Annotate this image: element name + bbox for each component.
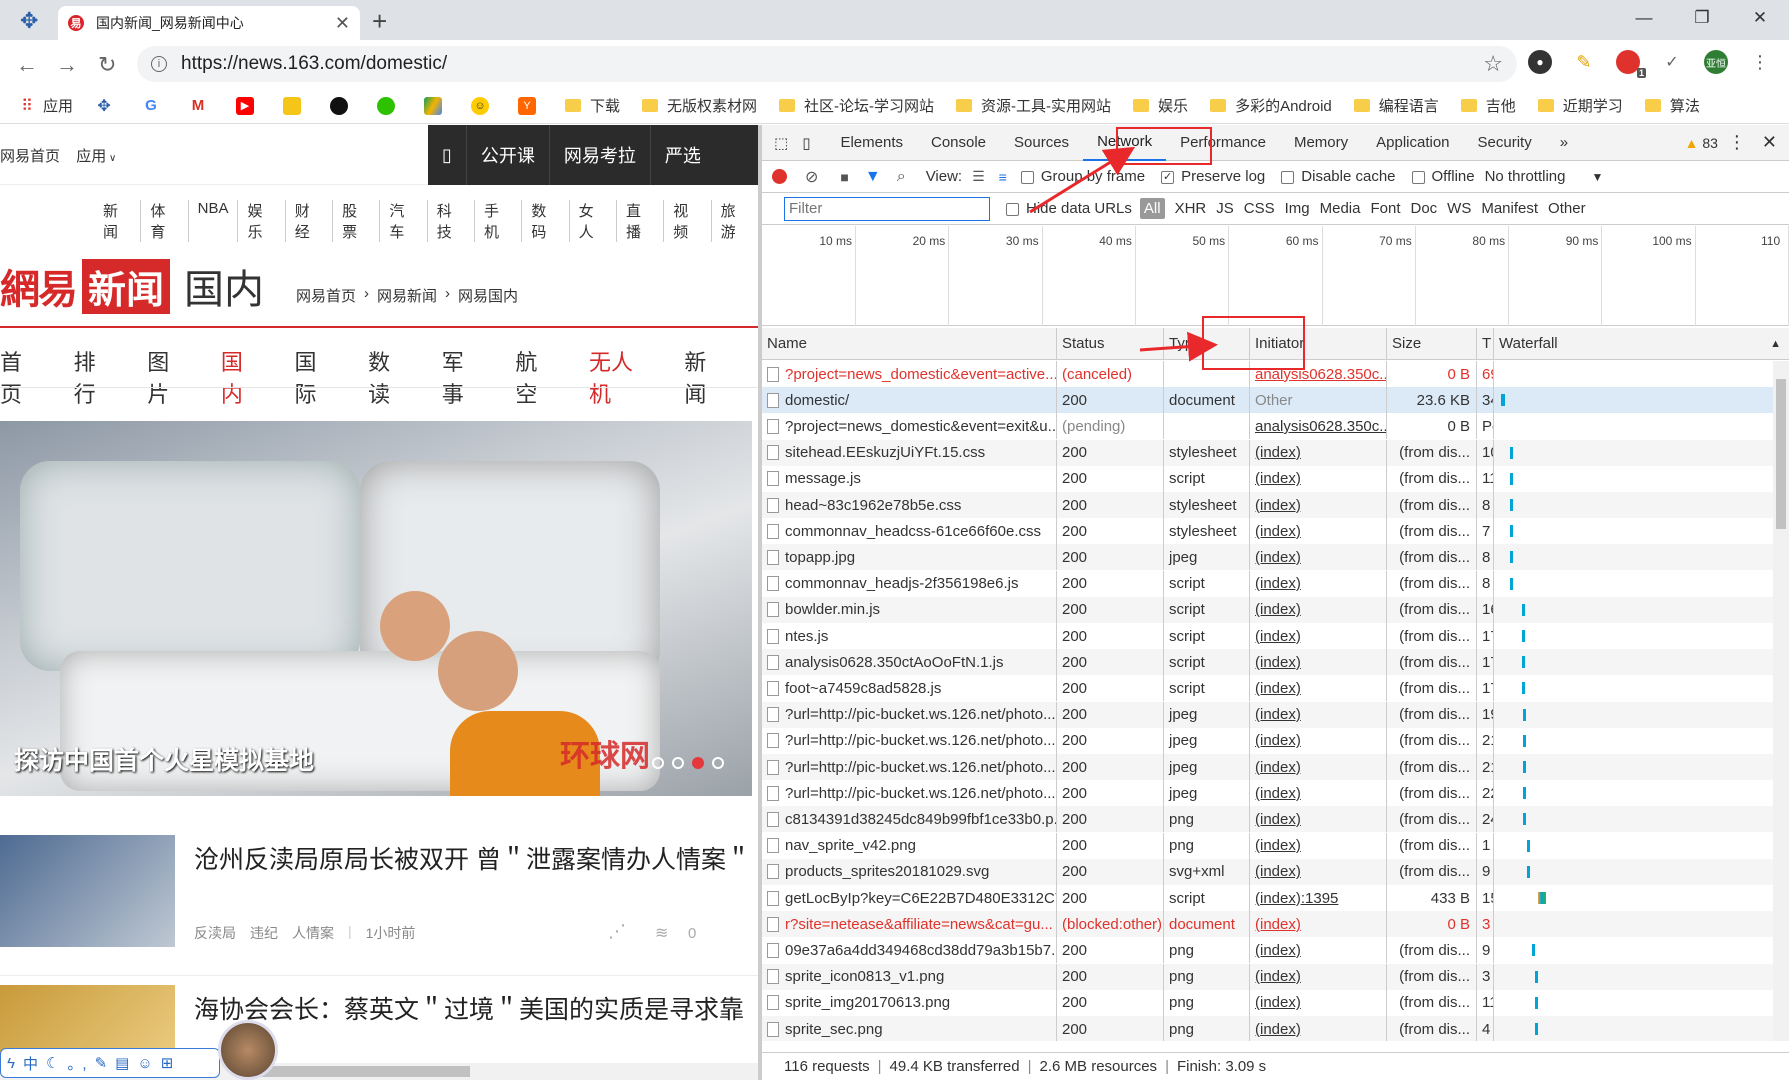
arrow-to-network xyxy=(1029,146,1136,214)
arrow-to-type xyxy=(1139,331,1218,362)
annotation-arrows xyxy=(1029,146,1218,362)
